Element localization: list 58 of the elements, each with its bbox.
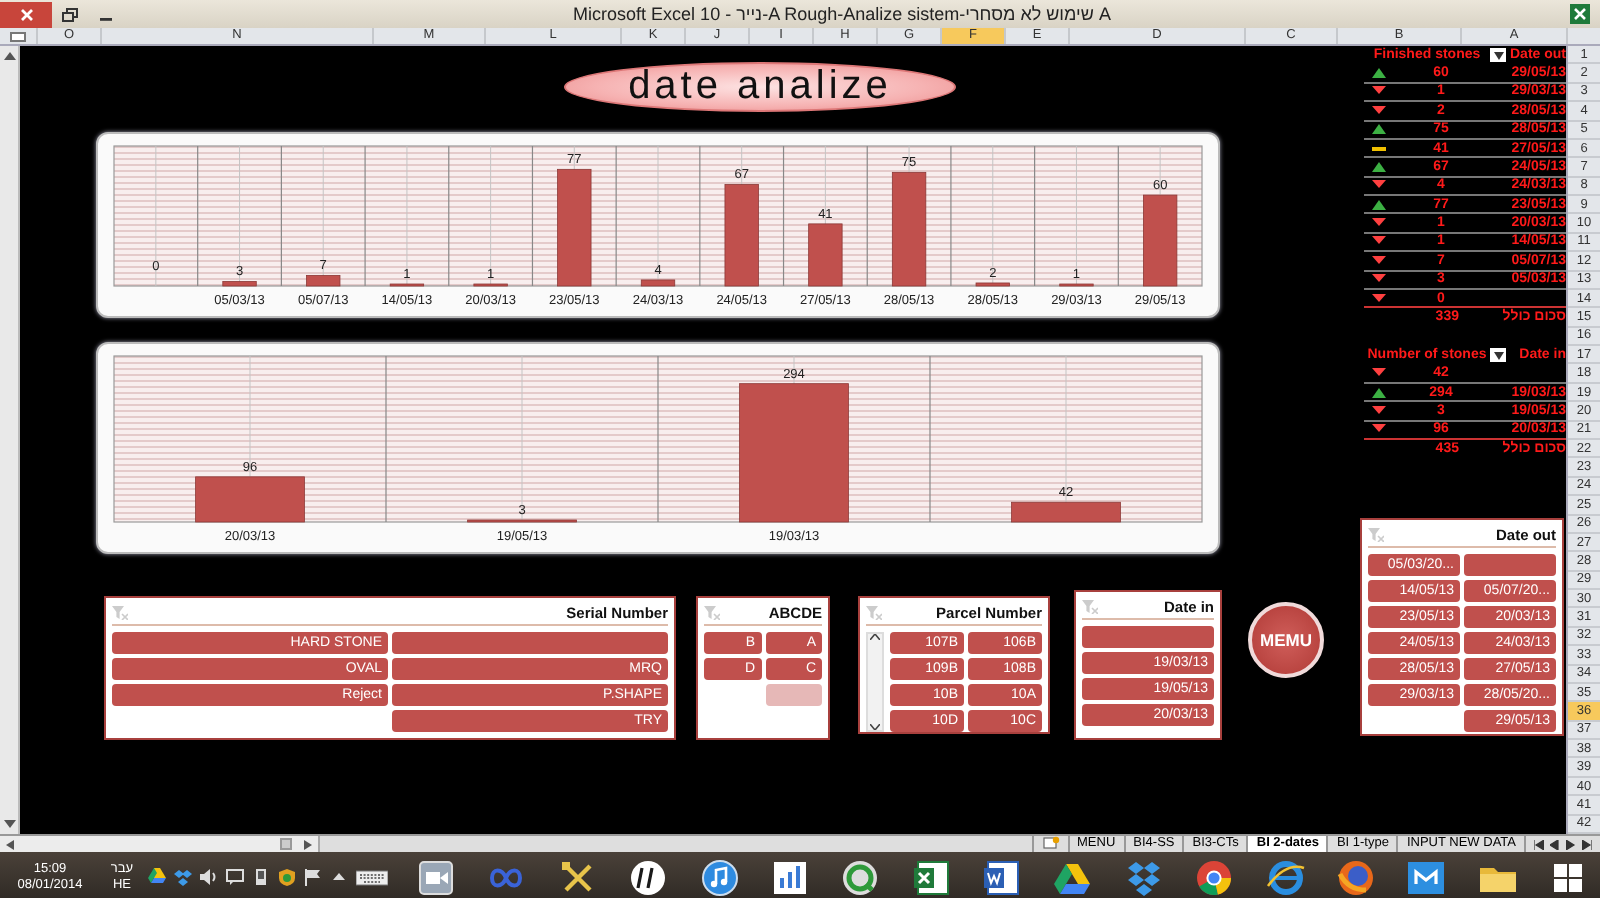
- sheet-plus-icon: [1041, 836, 1060, 850]
- bar: [222, 281, 257, 287]
- caret-icon: [1493, 351, 1503, 360]
- bar: [306, 275, 341, 287]
- restore-icon[interactable]: [62, 7, 78, 21]
- shield-icon[interactable]: [278, 868, 296, 886]
- close-icon: [19, 7, 33, 21]
- flag-icon[interactable]: [304, 868, 322, 886]
- scroll-right-icon[interactable]: [304, 839, 312, 849]
- scrollbar[interactable]: [866, 632, 884, 732]
- scroll-up-icon[interactable]: [3, 52, 15, 60]
- select-all-icon[interactable]: [10, 31, 26, 41]
- scroll-up-icon[interactable]: [870, 634, 880, 640]
- title-banner: date analize: [564, 62, 956, 112]
- bar: [195, 476, 305, 523]
- bar: [808, 223, 843, 287]
- window-title: Microsoft Excel 10 - נייר-A Rough-Analize sistem-שימוש לא מסחרי A: [571, 4, 1113, 24]
- menu-button[interactable]: MEMU: [1248, 602, 1324, 678]
- document-icon[interactable]: [982, 857, 1022, 897]
- bar: [557, 168, 592, 287]
- caret-icon[interactable]: [330, 868, 348, 886]
- spreadsheet-icon[interactable]: [911, 857, 952, 897]
- spreadsheet-icon: [1570, 4, 1590, 24]
- browser-icon[interactable]: [1194, 857, 1235, 897]
- last-sheet-icon[interactable]: [1582, 839, 1592, 849]
- bar: [1011, 501, 1121, 523]
- bar: [891, 171, 927, 287]
- app-tile-icon[interactable]: [1406, 857, 1447, 897]
- bar: [640, 279, 676, 287]
- filter-button[interactable]: [1490, 348, 1506, 363]
- bar: [1143, 194, 1178, 287]
- device-icon[interactable]: [252, 868, 270, 886]
- chat-icon[interactable]: [226, 868, 244, 886]
- scroll-down-icon[interactable]: [3, 820, 15, 828]
- scroll-left-icon[interactable]: [6, 839, 14, 849]
- bar: [975, 282, 1010, 287]
- scroll-down-icon[interactable]: [870, 724, 880, 730]
- bar: [739, 383, 849, 523]
- diamond-icon[interactable]: [1123, 857, 1164, 897]
- fox-globe-icon[interactable]: [1335, 857, 1376, 897]
- tools-icon[interactable]: [557, 857, 598, 897]
- horizontal-scrollbar[interactable]: [0, 836, 320, 852]
- diamond-icon[interactable]: [174, 868, 192, 886]
- music-note-icon[interactable]: [699, 857, 739, 897]
- scroll-thumb[interactable]: [280, 838, 292, 850]
- first-sheet-icon[interactable]: [1534, 839, 1544, 849]
- keyboard-icon[interactable]: [356, 867, 388, 887]
- globe-icon[interactable]: [1265, 857, 1305, 897]
- caret-icon: [1493, 51, 1503, 60]
- ring-icon[interactable]: [840, 857, 881, 897]
- chart-icon[interactable]: [769, 857, 810, 897]
- filter-button[interactable]: [1490, 48, 1506, 63]
- bar: [724, 184, 759, 287]
- camera-icon[interactable]: [416, 857, 456, 897]
- close-button[interactable]: [0, 1, 52, 27]
- triangle-logo-icon[interactable]: [148, 868, 166, 886]
- circle-logo-icon[interactable]: [628, 857, 669, 897]
- speaker-icon[interactable]: [200, 868, 218, 886]
